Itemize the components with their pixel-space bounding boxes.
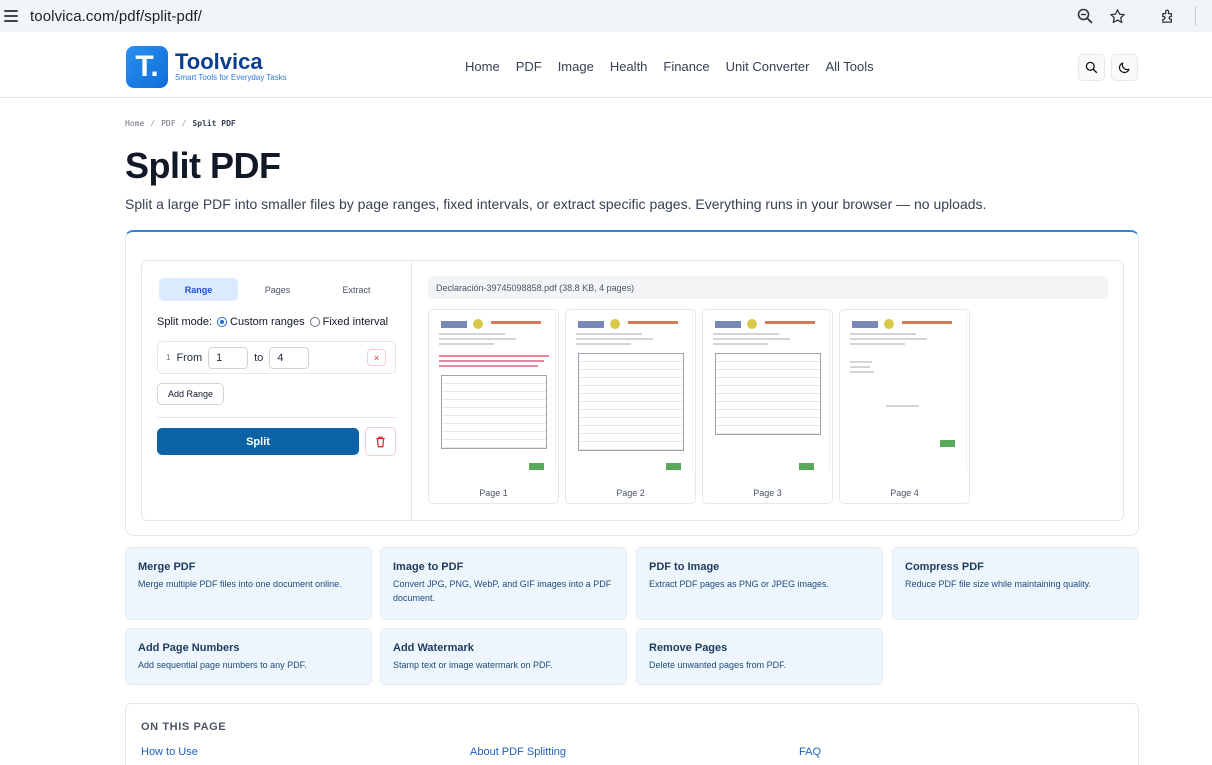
- page-thumbnail[interactable]: Page 4: [839, 309, 970, 504]
- theme-toggle-button[interactable]: [1111, 54, 1138, 81]
- mode-tabs: Range Pages Extract: [159, 278, 396, 301]
- to-page-input[interactable]: 4: [269, 346, 310, 369]
- nav-pdf[interactable]: PDF: [516, 59, 542, 74]
- breadcrumb: Home / PDF / Split PDF: [125, 119, 236, 128]
- fixed-interval-radio[interactable]: [309, 317, 320, 327]
- page-label: Page 2: [616, 488, 645, 498]
- nav-health[interactable]: Health: [610, 59, 648, 74]
- nav-finance[interactable]: Finance: [663, 59, 709, 74]
- tab-extract[interactable]: Extract: [317, 278, 396, 301]
- related-tool-desc: Delete unwanted pages from PDF.: [649, 660, 787, 670]
- breadcrumb-home[interactable]: Home: [125, 119, 144, 128]
- brand-name: Toolvica: [175, 49, 263, 74]
- related-tool-card[interactable]: Add Watermark Stamp text or image waterm…: [380, 628, 627, 685]
- site-info-icon[interactable]: [4, 10, 18, 22]
- clear-button[interactable]: [365, 427, 396, 456]
- nav-all-tools[interactable]: All Tools: [825, 59, 873, 74]
- page-label: Page 3: [753, 488, 782, 498]
- fixed-interval-label[interactable]: Fixed interval: [323, 316, 388, 328]
- breadcrumb-separator: /: [181, 119, 187, 128]
- page-thumbnails: Page 1 Page 2 Page 3 Page 4: [428, 309, 976, 504]
- related-tool-card[interactable]: Image to PDF Convert JPG, PNG, WebP, and…: [380, 547, 627, 620]
- related-tool-title: Image to PDF: [393, 561, 464, 573]
- custom-ranges-radio[interactable]: [217, 317, 228, 327]
- related-tool-desc: Reduce PDF file size while maintaining q…: [905, 579, 1091, 589]
- zoom-icon[interactable]: [1068, 0, 1101, 32]
- split-mode-row: Split mode: Custom ranges Fixed interval: [157, 316, 388, 328]
- tab-pages[interactable]: Pages: [238, 278, 317, 301]
- logo-mark-icon: T.: [126, 46, 168, 88]
- related-tool-desc: Merge multiple PDF files into one docume…: [138, 579, 342, 589]
- search-button[interactable]: [1078, 54, 1105, 81]
- from-page-input[interactable]: 1: [208, 346, 249, 369]
- from-label: From: [176, 351, 203, 364]
- breadcrumb-pdf[interactable]: PDF: [161, 119, 175, 128]
- related-tool-title: Add Page Numbers: [138, 642, 240, 654]
- bookmark-star-icon[interactable]: [1101, 0, 1134, 32]
- page-preview-image: [570, 313, 693, 471]
- brand-tagline: Smart Tools for Everyday Tasks: [175, 73, 287, 82]
- page-preview-image: [433, 313, 556, 471]
- nav-home[interactable]: Home: [465, 59, 500, 74]
- remove-range-button[interactable]: ×: [367, 349, 386, 366]
- split-mode-label: Split mode:: [157, 316, 213, 328]
- page-preview-image: [707, 313, 830, 471]
- related-tool-title: Remove Pages: [649, 642, 728, 654]
- range-row: 1 From 1 to 4 ×: [157, 341, 396, 374]
- main-nav: Home PDF Image Health Finance Unit Conve…: [457, 59, 882, 74]
- custom-ranges-label[interactable]: Custom ranges: [230, 316, 305, 328]
- split-button[interactable]: Split: [157, 428, 359, 455]
- trash-icon: [376, 436, 385, 447]
- related-tool-card[interactable]: Compress PDF Reduce PDF file size while …: [892, 547, 1139, 620]
- split-tool-card: Range Pages Extract Split mode: Custom r…: [125, 230, 1139, 536]
- page-label: Page 4: [890, 488, 919, 498]
- page-label: Page 1: [479, 488, 508, 498]
- extensions-icon[interactable]: [1152, 0, 1185, 32]
- add-range-button[interactable]: Add Range: [157, 383, 224, 405]
- site-header: T. Toolvica Smart Tools for Everyday Tas…: [0, 37, 1212, 98]
- toc-link-how-to-use[interactable]: How to Use: [141, 746, 198, 758]
- related-tool-title: Add Watermark: [393, 642, 474, 654]
- page-subtitle: Split a large PDF into smaller files by …: [125, 196, 987, 212]
- search-icon: [1085, 61, 1098, 74]
- tool-workspace: Range Pages Extract Split mode: Custom r…: [141, 260, 1124, 521]
- breadcrumb-separator: /: [150, 119, 156, 128]
- browser-toolbar: toolvica.com/pdf/split-pdf/: [0, 0, 1212, 32]
- related-tool-desc: Add sequential page numbers to any PDF.: [138, 660, 307, 670]
- range-index: 1: [166, 353, 171, 362]
- moon-icon: [1118, 62, 1130, 74]
- toc-link-faq[interactable]: FAQ: [799, 746, 821, 758]
- related-tool-card[interactable]: PDF to Image Extract PDF pages as PNG or…: [636, 547, 883, 620]
- related-tool-card[interactable]: Merge PDF Merge multiple PDF files into …: [125, 547, 372, 620]
- to-label: to: [254, 351, 264, 364]
- related-tool-card[interactable]: Remove Pages Delete unwanted pages from …: [636, 628, 883, 685]
- toc-title: ON THIS PAGE: [141, 721, 227, 733]
- nav-image[interactable]: Image: [558, 59, 594, 74]
- tab-range[interactable]: Range: [159, 278, 238, 301]
- file-info: Declaración-39745098858.pdf (38.8 KB, 4 …: [428, 276, 1108, 299]
- toc-link-about[interactable]: About PDF Splitting: [470, 746, 566, 758]
- options-panel: Range Pages Extract Split mode: Custom r…: [142, 261, 412, 520]
- toolbar-divider: [1195, 6, 1196, 26]
- related-tool-desc: Extract PDF pages as PNG or JPEG images.: [649, 579, 830, 589]
- related-tool-desc: Stamp text or image watermark on PDF.: [393, 660, 553, 670]
- page-thumbnail[interactable]: Page 3: [702, 309, 833, 504]
- related-tool-title: Merge PDF: [138, 561, 196, 573]
- site-logo[interactable]: T. Toolvica Smart Tools for Everyday Tas…: [126, 46, 287, 88]
- nav-unit-converter[interactable]: Unit Converter: [726, 59, 810, 74]
- related-tool-card[interactable]: Add Page Numbers Add sequential page num…: [125, 628, 372, 685]
- related-tool-title: PDF to Image: [649, 561, 720, 573]
- related-tool-title: Compress PDF: [905, 561, 984, 573]
- page-preview-image: [844, 313, 967, 471]
- panel-divider: [157, 417, 397, 418]
- page-thumbnail[interactable]: Page 2: [565, 309, 696, 504]
- page-thumbnail[interactable]: Page 1: [428, 309, 559, 504]
- breadcrumb-current: Split PDF: [192, 119, 236, 128]
- page-title: Split PDF: [125, 145, 281, 186]
- on-this-page: ON THIS PAGE How to Use About PDF Splitt…: [125, 703, 1139, 765]
- address-bar[interactable]: toolvica.com/pdf/split-pdf/: [30, 8, 202, 25]
- related-tool-desc: Convert JPG, PNG, WebP, and GIF images i…: [393, 579, 612, 603]
